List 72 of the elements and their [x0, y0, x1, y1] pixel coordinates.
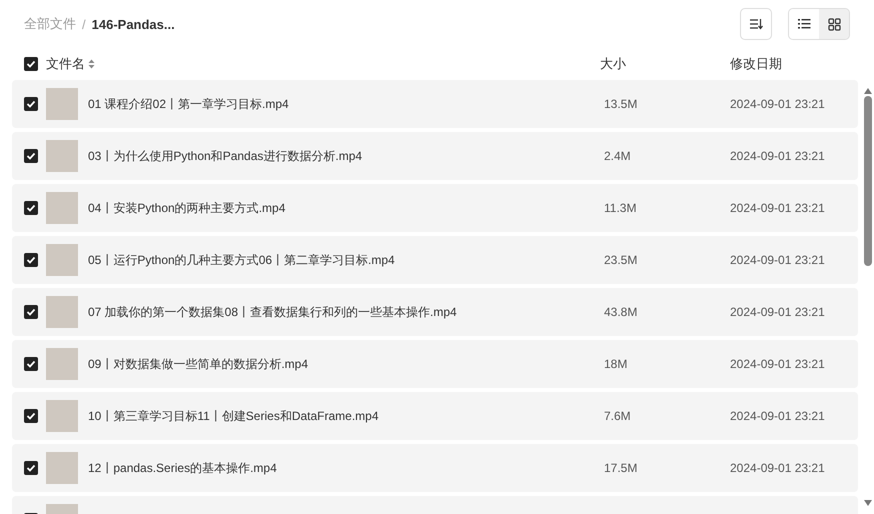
- column-header: 大小: [599, 55, 627, 73]
- file-name: 01 课程介绍02丨第一章学习目标.mp4: [88, 96, 289, 112]
- file-row[interactable]: 10丨第三章学习目标11丨创建Series和DataFrame.mp4 7.6M 2024-09-01 23:21: [12, 392, 858, 440]
- breadcrumb-current: 146-Pandas...: [92, 16, 175, 32]
- sort-button[interactable]: [740, 8, 772, 40]
- file-name: 07 加载你的第一个数据集08丨查看数据集行和列的一些基本操作.mp4: [88, 304, 457, 320]
- file-row[interactable]: 12丨pandas.Series的基本操作.mp4 17.5M 2024-09-01 23:21: [12, 444, 858, 492]
- file-row[interactable]: 04丨安装Python的两种主要方式.mp4 11.3M 2024-09-01 23:21: [12, 184, 858, 232]
- checkbox[interactable]: [24, 409, 38, 423]
- list-view-button[interactable]: [789, 9, 819, 39]
- checkmark-icon: [26, 100, 36, 108]
- breadcrumb-separator: /: [82, 16, 86, 32]
- file-size: 43.8M: [604, 305, 638, 319]
- checkbox[interactable]: [24, 461, 38, 475]
- file-name: 12丨pandas.Series的基本操作.mp4: [88, 460, 277, 476]
- photo-placeholder: [46, 296, 78, 328]
- checkbox[interactable]: [24, 357, 38, 371]
- checkbox[interactable]: [24, 305, 38, 319]
- file-row[interactable]: 01 课程介绍02丨第一章学习目标.mp4 13.5M 2024-09-01 23:21: [12, 80, 858, 128]
- file-row[interactable]: 07 加载你的第一个数据集08丨查看数据集行和列的一些基本操作.mp4 43.8M 2024-09-01 23:21: [12, 288, 858, 336]
- checkbox[interactable]: [24, 57, 38, 71]
- file-name: 03丨为什么使用Python和Pandas进行数据分析.mp4: [88, 148, 362, 164]
- checkmark-icon: [26, 308, 36, 316]
- modified-date: 2024-09-01 23:21: [730, 201, 825, 215]
- column-header[interactable]: 文件名: [46, 55, 85, 73]
- modified-date: 2024-09-01 23:21: [730, 409, 825, 423]
- file-row[interactable]: 09丨对数据集做一些简单的数据分析.mp4 18M 2024-09-01 23:21: [12, 340, 858, 388]
- photo-placeholder: [46, 400, 78, 432]
- photo-placeholder: [46, 140, 78, 172]
- scroll-down-icon: [864, 500, 872, 506]
- file-size: 18M: [604, 357, 628, 371]
- photo-placeholder: [46, 244, 78, 276]
- modified-date: 2024-09-01 23:21: [730, 253, 825, 267]
- scrollbar-thumb[interactable]: [864, 96, 872, 266]
- modified-date: 2024-09-01 23:21: [730, 97, 825, 111]
- checkmark-icon: [26, 60, 36, 68]
- file-size: 11.3M: [604, 201, 636, 215]
- photo-placeholder: [46, 452, 78, 484]
- file-row[interactable]: 05丨运行Python的几种主要方式06丨第二章学习目标.mp4 23.5M 2024-09-01 23:21: [12, 236, 858, 284]
- sort-arrows-icon: [88, 59, 95, 69]
- column-header: 修改日期: [729, 55, 783, 73]
- checkmark-icon: [26, 152, 36, 160]
- file-row[interactable]: 03丨为什么使用Python和Pandas进行数据分析.mp4 2.4M 2024-09-01 23:21: [12, 132, 858, 180]
- photo-placeholder: [46, 192, 78, 224]
- file-name: 10丨第三章学习目标11丨创建Series和DataFrame.mp4: [88, 408, 379, 424]
- file-size: 7.6M: [604, 409, 631, 423]
- file-name: 05丨运行Python的几种主要方式06丨第二章学习目标.mp4: [88, 252, 395, 268]
- file-name: 09丨对数据集做一些简单的数据分析.mp4: [88, 356, 308, 372]
- checkbox[interactable]: [24, 97, 38, 111]
- modified-date: 2024-09-01 23:21: [730, 357, 825, 371]
- checkmark-icon: [26, 256, 36, 264]
- file-size: 13.5M: [604, 97, 638, 111]
- file-size: 23.5M: [604, 253, 638, 267]
- grid-icon: [828, 18, 840, 30]
- checkbox[interactable]: [24, 149, 38, 163]
- checkmark-icon: [26, 360, 36, 368]
- photo-placeholder: [46, 88, 78, 120]
- list-icon: [798, 18, 810, 30]
- scroll-up-icon: [864, 88, 872, 94]
- modified-date: 2024-09-01 23:21: [730, 305, 825, 319]
- modified-date: 2024-09-01 23:21: [730, 149, 825, 163]
- checkmark-icon: [26, 412, 36, 420]
- modified-date: 2024-09-01 23:21: [730, 461, 825, 475]
- checkmark-icon: [26, 464, 36, 472]
- sort-icon: [749, 18, 763, 30]
- checkmark-icon: [26, 204, 36, 212]
- file-name: 04丨安装Python的两种主要方式.mp4: [88, 200, 286, 216]
- checkbox[interactable]: [24, 253, 38, 267]
- file-size: 17.5M: [604, 461, 638, 475]
- file-size: 2.4M: [604, 149, 631, 163]
- photo-placeholder: [46, 348, 78, 380]
- checkbox[interactable]: [24, 201, 38, 215]
